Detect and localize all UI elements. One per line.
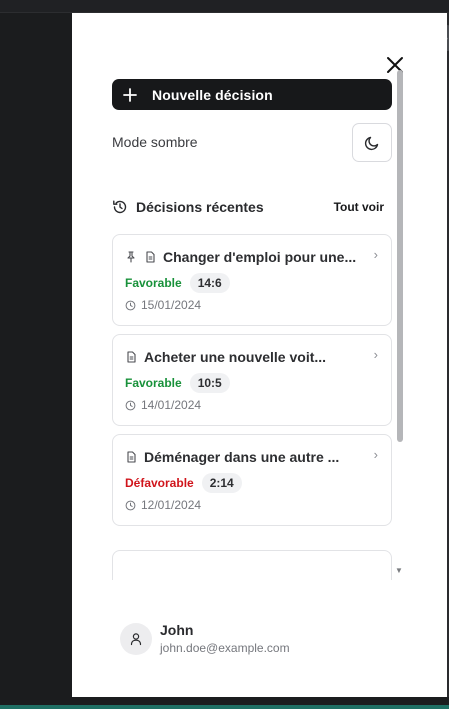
decision-status: Favorable bbox=[125, 376, 182, 390]
new-decision-button[interactable]: Nouvelle décision bbox=[112, 79, 392, 110]
decision-date: 12/01/2024 bbox=[141, 498, 202, 512]
decision-score-badge: 10:5 bbox=[189, 373, 230, 393]
decision-status: Défavorable bbox=[125, 476, 194, 490]
pin-icon bbox=[125, 251, 137, 263]
chevron-right-icon: › bbox=[373, 247, 378, 262]
user-icon bbox=[130, 632, 142, 645]
clock-icon bbox=[125, 400, 136, 410]
scrollbar-thumb[interactable] bbox=[397, 70, 403, 442]
avatar bbox=[120, 622, 152, 655]
decision-date: 14/01/2024 bbox=[141, 398, 202, 412]
recent-decisions-title: Décisions récentes bbox=[136, 199, 264, 215]
decision-score-badge: 2:14 bbox=[201, 473, 242, 493]
dark-mode-toggle[interactable] bbox=[352, 123, 392, 162]
chevron-right-icon: › bbox=[373, 347, 378, 362]
decision-card-partial[interactable] bbox=[112, 550, 392, 580]
dark-mode-label: Mode sombre bbox=[112, 134, 198, 150]
history-icon bbox=[113, 200, 127, 214]
user-email: john.doe@example.com bbox=[160, 641, 290, 655]
plus-icon bbox=[123, 87, 137, 102]
decision-card[interactable]: Changer d'emploi pour une... › Favorable… bbox=[112, 234, 392, 326]
decision-title: Changer d'emploi pour une... bbox=[163, 249, 357, 265]
bottom-accent-strip bbox=[0, 705, 449, 709]
moon-icon bbox=[364, 136, 379, 150]
decision-card[interactable]: Acheter une nouvelle voit... › Favorable… bbox=[112, 334, 392, 426]
decision-status: Favorable bbox=[125, 276, 182, 290]
decision-title: Déménager dans une autre ... bbox=[144, 449, 340, 465]
scroll-down-arrow-icon[interactable]: ▼ bbox=[395, 566, 404, 575]
clock-icon bbox=[125, 300, 136, 310]
decision-title: Acheter une nouvelle voit... bbox=[144, 349, 327, 365]
app-topbar bbox=[0, 0, 449, 13]
recent-decisions-header: Décisions récentes Tout voir bbox=[112, 197, 384, 217]
see-all-link[interactable]: Tout voir bbox=[334, 200, 384, 214]
document-icon bbox=[144, 251, 156, 263]
clock-icon bbox=[125, 500, 136, 510]
decision-score-badge: 14:6 bbox=[189, 273, 230, 293]
document-icon bbox=[125, 451, 137, 463]
user-name: John bbox=[160, 622, 194, 638]
new-decision-label: Nouvelle décision bbox=[152, 86, 273, 103]
decision-date: 15/01/2024 bbox=[141, 298, 202, 312]
document-icon bbox=[125, 351, 137, 363]
chevron-right-icon: › bbox=[373, 447, 378, 462]
user-profile[interactable]: John john.doe@example.com bbox=[120, 622, 290, 655]
decision-card[interactable]: Déménager dans une autre ... › Défavorab… bbox=[112, 434, 392, 526]
